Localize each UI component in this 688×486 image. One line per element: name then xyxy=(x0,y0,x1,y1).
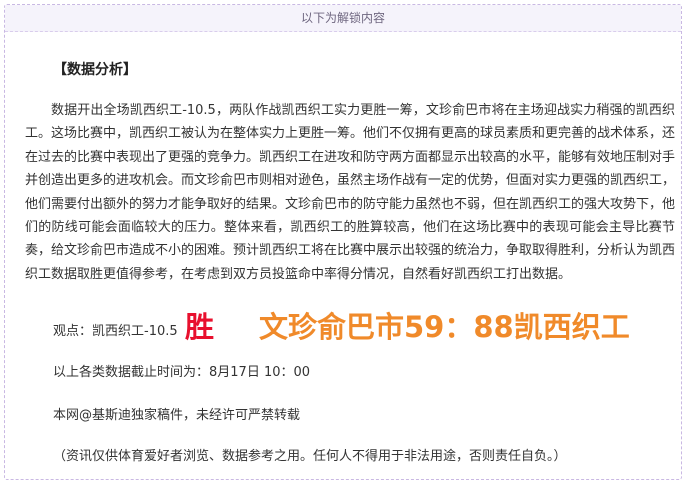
copyright-notice: 本网@基斯迪独家稿件，未经许可严禁转载 xyxy=(53,408,301,423)
disclaimer: （资讯仅供体育爱好者浏览、数据参考之用。任何人不得用于非法用途，否则责任自负。） xyxy=(53,449,567,464)
analysis-paragraph: 数据开出全场凯西织工-10.5，两队作战凯西织工实力更胜一筹，文珍俞巴市将在主场… xyxy=(25,103,676,282)
data-cutoff-time: 以上各类数据截止时间为：8月17日 10：00 xyxy=(53,365,311,380)
viewpoint-label: 观点：凯西织工-10.5 xyxy=(53,324,178,339)
verdict-text: 胜 xyxy=(185,310,215,344)
article-panel: 以下为解锁内容 【数据分析】 数据开出全场凯西织工-10.5，两队作战凯西织工实… xyxy=(4,4,682,480)
section-title: 【数据分析】 xyxy=(53,62,137,78)
unlock-banner: 以下为解锁内容 xyxy=(5,5,681,32)
predicted-score: 文珍俞巴市59：88凯西织工 xyxy=(259,310,630,344)
